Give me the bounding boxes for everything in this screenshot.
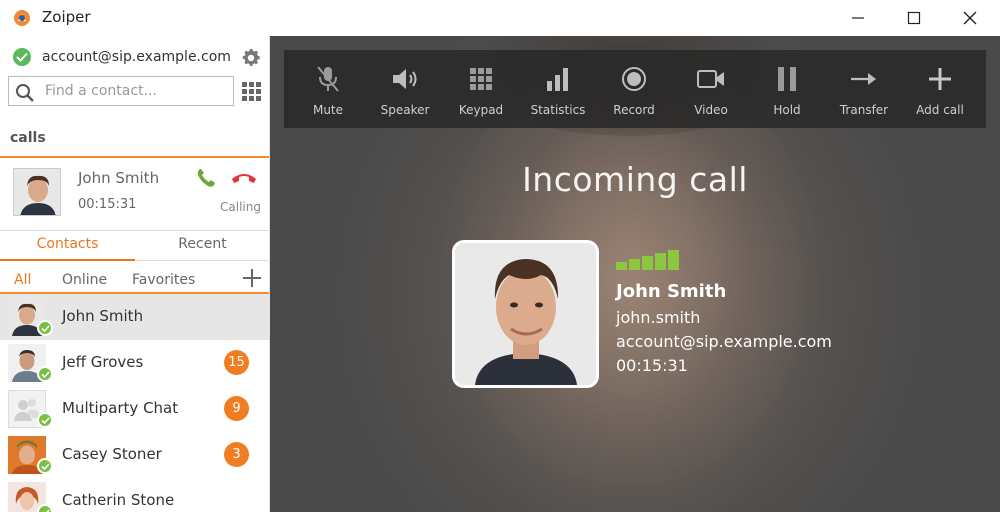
add-call-icon <box>925 64 955 94</box>
keypad-icon <box>466 64 496 94</box>
contact-name: John Smith <box>62 307 144 325</box>
dialpad-grid-icon[interactable] <box>241 81 262 102</box>
record-button[interactable]: Record <box>596 50 672 128</box>
list-item[interactable]: John Smith <box>0 294 269 340</box>
account-status-icon <box>13 48 31 66</box>
unread-badge: 3 <box>224 442 249 467</box>
caller-username: john.smith <box>616 308 701 327</box>
account-row[interactable]: account@sip.example.com <box>0 40 269 72</box>
transfer-button[interactable]: Transfer <box>826 50 902 128</box>
list-item[interactable]: Multiparty Chat 9 <box>0 386 269 432</box>
mute-button[interactable]: Mute <box>290 50 366 128</box>
filter-online[interactable]: Online <box>62 272 107 288</box>
active-call-duration: 00:15:31 <box>78 197 137 212</box>
filter-all[interactable]: All <box>14 272 31 288</box>
maximize-button[interactable] <box>894 4 934 32</box>
contact-name: Jeff Groves <box>62 353 144 371</box>
tab-contacts[interactable]: Contacts <box>0 231 135 261</box>
active-call-item[interactable]: John Smith 00:15:31 Calling <box>0 158 269 230</box>
online-status-icon <box>37 458 53 474</box>
contact-name: Multiparty Chat <box>62 399 179 417</box>
minimize-icon <box>852 17 864 19</box>
online-status-icon <box>37 412 53 428</box>
signal-strength-icon <box>616 250 679 270</box>
speaker-button[interactable]: Speaker <box>367 50 443 128</box>
call-status-text: Calling <box>220 200 261 214</box>
hold-icon <box>772 64 802 94</box>
mute-icon <box>313 64 343 94</box>
call-duration: 00:15:31 <box>616 356 688 375</box>
search-box <box>8 76 234 106</box>
list-item[interactable]: Jeff Groves 15 <box>0 340 269 386</box>
statistics-label: Statistics <box>530 103 586 117</box>
caller-avatar <box>452 240 599 388</box>
contact-filters: All Online Favorites <box>0 266 269 294</box>
transfer-icon <box>849 64 879 94</box>
add-contact-icon[interactable] <box>242 268 262 288</box>
hold-label: Hold <box>773 103 801 117</box>
close-button[interactable] <box>950 4 990 32</box>
zoiper-logo-icon <box>14 10 30 26</box>
contact-name: Catherin Stone <box>62 491 175 509</box>
account-name: account@sip.example.com <box>42 49 231 65</box>
title-bar: Zoiper <box>0 0 1000 36</box>
call-toolbar: Mute Speaker Keypad Statistics Record Vi… <box>284 50 986 128</box>
online-status-icon <box>37 504 53 512</box>
mute-label: Mute <box>312 103 344 117</box>
unread-badge: 9 <box>224 396 249 421</box>
caller-account: account@sip.example.com <box>616 332 832 351</box>
contact-name: Casey Stoner <box>62 445 162 463</box>
avatar <box>13 168 61 216</box>
active-call-name: John Smith <box>78 169 160 187</box>
search-icon <box>16 84 34 102</box>
app-title: Zoiper <box>42 8 91 26</box>
record-icon <box>619 64 649 94</box>
sidebar: account@sip.example.com calls John Smith… <box>0 36 270 512</box>
hold-button[interactable]: Hold <box>749 50 825 128</box>
statistics-icon <box>543 64 573 94</box>
transfer-label: Transfer <box>839 103 889 117</box>
minimize-button[interactable] <box>838 4 878 32</box>
statistics-button[interactable]: Statistics <box>520 50 596 128</box>
keypad-button[interactable]: Keypad <box>443 50 519 128</box>
list-item[interactable]: Casey Stoner 3 <box>0 432 269 478</box>
keypad-label: Keypad <box>458 103 504 117</box>
online-status-icon <box>37 320 53 336</box>
hangup-call-icon[interactable] <box>230 168 258 188</box>
signal-bar <box>655 253 666 270</box>
signal-bar <box>668 250 679 270</box>
contact-tabs: Contacts Recent <box>0 230 269 261</box>
calls-section-label: calls <box>10 130 46 146</box>
maximize-icon <box>907 11 921 25</box>
signal-bar <box>629 259 640 270</box>
video-icon <box>696 64 726 94</box>
close-icon <box>963 11 977 25</box>
tab-recent[interactable]: Recent <box>135 231 269 261</box>
speaker-label: Speaker <box>380 103 430 117</box>
incoming-call-title: Incoming call <box>522 160 748 199</box>
signal-bar <box>642 256 653 270</box>
add-call-button[interactable]: Add call <box>902 50 978 128</box>
unread-badge: 15 <box>224 350 249 375</box>
gear-icon[interactable] <box>240 47 262 69</box>
add-call-label: Add call <box>916 103 964 117</box>
call-panel: Mute Speaker Keypad Statistics Record Vi… <box>270 36 1000 512</box>
video-button[interactable]: Video <box>673 50 749 128</box>
caller-name: John Smith <box>616 281 727 302</box>
video-label: Video <box>694 103 728 117</box>
answer-call-icon[interactable] <box>194 166 220 190</box>
signal-bar <box>616 262 627 270</box>
speaker-icon <box>390 64 420 94</box>
filter-favorites[interactable]: Favorites <box>132 272 195 288</box>
search-input[interactable] <box>45 81 229 101</box>
list-item[interactable]: Catherin Stone <box>0 478 269 512</box>
online-status-icon <box>37 366 53 382</box>
record-label: Record <box>613 103 655 117</box>
